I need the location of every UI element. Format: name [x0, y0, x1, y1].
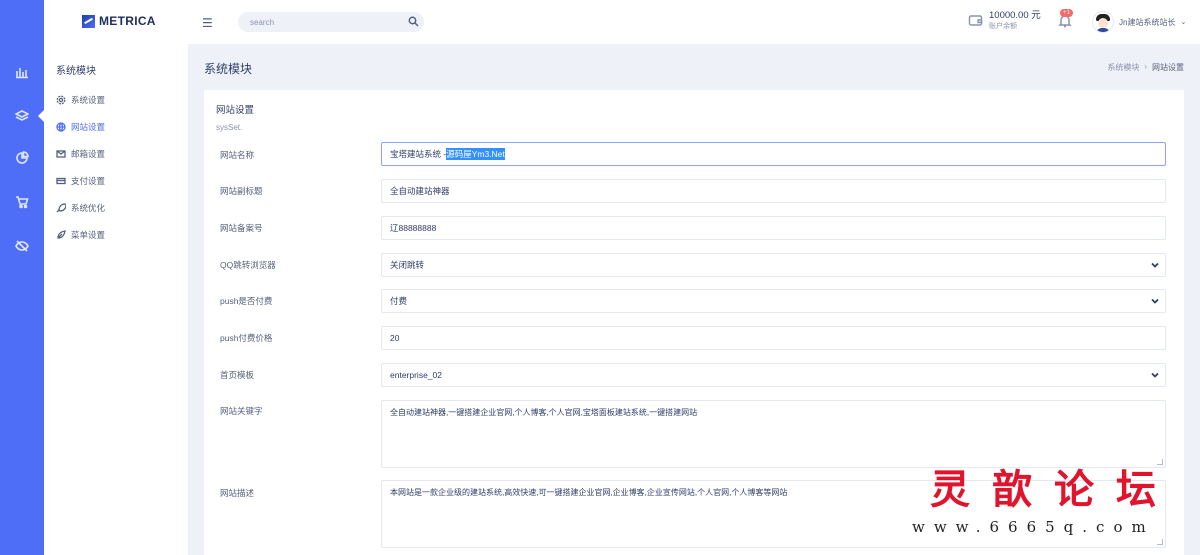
field-label: QQ跳转浏览器 — [220, 260, 276, 270]
sidebar-menu: 系统设置 网站设置 邮箱设置 支付设置 系统优化 菜单设置 — [56, 86, 105, 248]
icp-number-input[interactable]: 辽88888888 — [381, 216, 1166, 240]
notifications[interactable]: +1 — [1058, 9, 1074, 30]
field-label: 网站描述 — [220, 488, 255, 498]
push-paid-select[interactable]: 付费 — [381, 289, 1166, 313]
field-label: 网站名称 — [220, 150, 255, 160]
sidebar-item-label: 菜单设置 — [71, 229, 106, 240]
sidebar-section-title: 系统模块 — [56, 66, 96, 77]
card-title: 网站设置 — [216, 105, 255, 116]
site-subtitle-input[interactable]: 全自动建站神器 — [381, 179, 1166, 203]
search-icon[interactable] — [408, 16, 419, 27]
username: Jn建站系统站长 — [1119, 17, 1176, 27]
field-label: push是否付费 — [220, 296, 273, 306]
rocket-icon — [56, 202, 66, 212]
breadcrumb-link[interactable]: 系统模块 — [1107, 62, 1139, 73]
avatar — [1092, 11, 1114, 33]
breadcrumb: 系统模块 › 网站设置 — [1107, 62, 1184, 73]
sidebar-item-system-settings[interactable]: 系统设置 — [56, 86, 105, 113]
card-subtitle: sysSet. — [216, 123, 243, 132]
chevron-down-icon — [1151, 371, 1159, 379]
balance-amount: 10000.00 元 — [989, 10, 1041, 21]
chart-icon[interactable] — [14, 64, 30, 80]
page-title: 系统模块 — [204, 62, 253, 76]
textarea-value: 本网站是一款企业级的建站系统,高效快速,可一键搭建企业官网,企业博客,企业宣传网… — [390, 488, 788, 497]
sidebar-item-label: 网站设置 — [71, 121, 106, 132]
site-keywords-textarea[interactable]: 全自动建站神器,一键搭建企业官网,个人博客,个人官网,宝塔面板建站系统,一键搭建… — [381, 400, 1166, 468]
card-icon — [56, 177, 66, 184]
eye-off-icon[interactable] — [14, 238, 30, 254]
site-name-input[interactable]: 宝塔建站系统 - 源码屋Ym3.Net — [381, 142, 1166, 166]
watermark: 灵歆论坛 www.6665q.com — [912, 466, 1178, 537]
site-name-text: 宝塔建站系统 - — [390, 149, 447, 159]
logo-text: METRICA — [99, 14, 156, 28]
sidebar-item-optimization[interactable]: 系统优化 — [56, 194, 105, 221]
field-label: 网站备案号 — [220, 223, 263, 233]
resize-handle[interactable] — [1157, 539, 1163, 545]
mail-icon — [56, 149, 66, 158]
qq-redirect-select[interactable]: 关闭跳转 — [381, 253, 1166, 277]
field-label: 首页模板 — [220, 370, 255, 380]
chevron-down-icon: ⌄ — [1180, 19, 1187, 26]
sidebar-item-site-settings[interactable]: 网站设置 — [56, 113, 105, 140]
breadcrumb-separator: › — [1144, 62, 1147, 71]
chevron-down-icon — [1151, 297, 1159, 305]
select-value: 付费 — [390, 296, 408, 306]
select-value: 关闭跳转 — [390, 260, 425, 270]
push-price-input[interactable]: 20 — [381, 326, 1166, 350]
topbar: ☰ 10000.00 元 账户余额 +1 Jn建站系统站长 ⌄ — [188, 0, 1200, 44]
notification-badge: +1 — [1060, 9, 1073, 17]
field-label: push付费价格 — [220, 333, 273, 343]
icon-rail — [0, 0, 44, 555]
globe-icon — [56, 121, 66, 132]
site-name-selection: 源码屋Ym3.Net — [446, 148, 505, 160]
gear-icon — [56, 95, 66, 104]
wallet-icon — [968, 15, 983, 26]
account-balance: 10000.00 元 账户余额 — [968, 10, 1041, 31]
sidebar: METRICA 系统模块 系统设置 网站设置 邮箱设置 支付设置 系统优化 菜单… — [44, 0, 188, 555]
home-template-select[interactable]: enterprise_02 — [381, 363, 1166, 387]
sidebar-item-menu-settings[interactable]: 菜单设置 — [56, 221, 105, 248]
field-label: 网站副标题 — [220, 186, 263, 196]
sidebar-item-label: 邮箱设置 — [71, 148, 106, 159]
select-value: enterprise_02 — [390, 370, 442, 380]
user-menu[interactable]: Jn建站系统站长 ⌄ — [1092, 11, 1186, 33]
watermark-title: 灵歆论坛 — [930, 466, 1178, 513]
menu-toggle-icon[interactable]: ☰ — [202, 16, 213, 30]
sidebar-item-label: 支付设置 — [71, 175, 106, 186]
logo[interactable]: METRICA — [82, 14, 156, 28]
cart-icon[interactable] — [14, 194, 30, 210]
pie-chart-icon[interactable] — [14, 150, 30, 166]
sidebar-item-payment-settings[interactable]: 支付设置 — [56, 167, 105, 194]
sidebar-item-label: 系统设置 — [71, 94, 106, 105]
balance-label: 账户余额 — [989, 23, 1017, 30]
chevron-down-icon — [1151, 261, 1159, 269]
layers-icon[interactable] — [14, 108, 30, 124]
resize-handle[interactable] — [1157, 459, 1163, 465]
search-input[interactable] — [238, 12, 424, 32]
breadcrumb-current: 网站设置 — [1152, 63, 1184, 72]
sidebar-item-mail-settings[interactable]: 邮箱设置 — [56, 140, 105, 167]
watermark-url: www.6665q.com — [912, 518, 1155, 536]
leaf-icon — [57, 229, 66, 239]
sidebar-item-label: 系统优化 — [71, 202, 106, 213]
field-label: 网站关键字 — [220, 406, 263, 416]
textarea-value: 全自动建站神器,一键搭建企业官网,个人博客,个人官网,宝塔面板建站系统,一键搭建… — [390, 408, 698, 417]
logo-mark-icon — [82, 14, 95, 28]
